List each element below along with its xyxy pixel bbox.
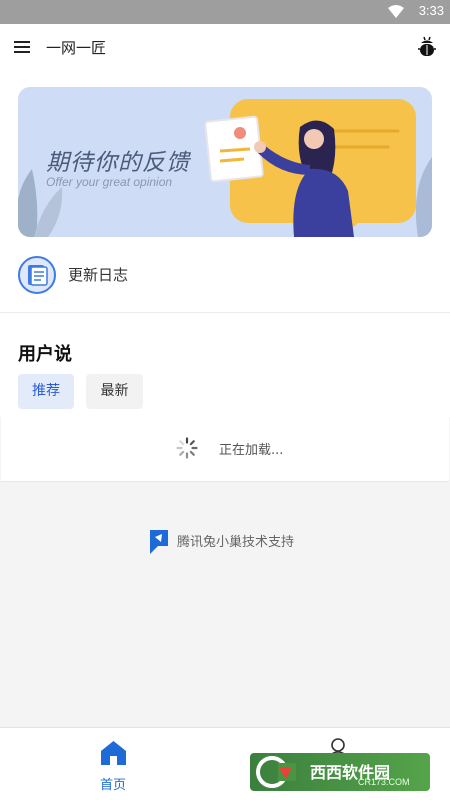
bug-icon[interactable] <box>418 36 436 58</box>
status-time: 3:33 <box>418 3 444 18</box>
page-title: 一网一匠 <box>46 39 107 57</box>
watermark-icon <box>256 756 296 788</box>
changelog-icon <box>18 256 56 294</box>
status-bar: 3:33 <box>0 0 450 24</box>
support-text: 腾讯兔小巢技术支持 <box>177 535 295 550</box>
support-credit[interactable]: 腾讯兔小巢技术支持 <box>148 528 348 554</box>
content-card: 期待你的反馈 Offer your great opinion 更新日志 <box>0 70 450 314</box>
app-bar: 一网一匠 <box>0 24 450 70</box>
changelog-label: 更新日志 <box>68 266 129 284</box>
loading-panel: 正在加载... <box>1 417 449 482</box>
user-comments-section: 用户说 推荐 最新 <box>0 313 450 417</box>
banner-subheadline: Offer your great opinion <box>46 175 173 189</box>
menu-icon[interactable] <box>14 40 30 54</box>
watermark-subtext: CR173.COM <box>358 777 410 787</box>
feedback-banner[interactable]: 期待你的反馈 Offer your great opinion <box>18 87 432 237</box>
banner-headline: 期待你的反馈 <box>46 150 190 176</box>
watermark-logo: 西西软件园 CR173.COM <box>250 753 430 791</box>
tab-latest[interactable]: 最新 <box>86 374 143 409</box>
section-heading: 用户说 <box>18 344 72 365</box>
wifi-icon <box>388 5 404 18</box>
tab-recommended[interactable]: 推荐 <box>18 374 74 409</box>
changelog-link[interactable]: 更新日志 <box>18 255 318 295</box>
loading-spinner-icon <box>176 437 198 459</box>
loading-text: 正在加载... <box>219 443 284 458</box>
nav-home[interactable]: 首页 <box>80 736 146 793</box>
nav-home-label: 首页 <box>99 778 126 793</box>
txc-logo-icon <box>150 530 168 554</box>
home-icon <box>101 741 126 765</box>
